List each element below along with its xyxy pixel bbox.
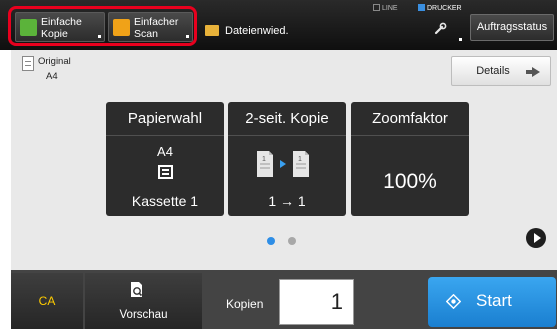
duplex-mode-label: 1 → 1 xyxy=(268,193,306,209)
next-page-button[interactable] xyxy=(526,228,546,248)
mode-selector-highlight: Einfache Kopie Einfacher Scan xyxy=(8,6,197,46)
easy-copy-label-line1: Einfache xyxy=(41,16,82,28)
zoom-ratio-title: Zoomfaktor xyxy=(351,102,469,136)
copies-input[interactable] xyxy=(279,279,354,325)
preview-button[interactable]: Vorschau xyxy=(85,273,202,329)
original-document-icon xyxy=(22,56,34,71)
easy-copy-label-line2: Kopie xyxy=(41,28,68,40)
file-retrieve-label: Dateienwied. xyxy=(225,25,289,37)
clear-all-button[interactable]: CA xyxy=(11,273,83,329)
page-indicator-dot-active xyxy=(267,237,275,245)
line-indicator: LINE xyxy=(373,4,398,12)
more-indicator-dot xyxy=(98,35,101,38)
copy-mode-icon xyxy=(20,19,37,36)
line-status-icon xyxy=(373,4,380,11)
printer-indicator: DRUCKER xyxy=(418,4,462,12)
duplex-copy-icon: 1 1 xyxy=(257,151,309,177)
top-bar: Einfache Kopie Einfacher Scan Dateienwie… xyxy=(0,0,557,50)
paper-tray-icon xyxy=(158,165,173,179)
more-indicator-dot xyxy=(186,35,189,38)
zoom-ratio-value: 100% xyxy=(383,170,437,193)
paper-tray-label: Kassette 1 xyxy=(131,193,199,209)
svg-text:1: 1 xyxy=(262,156,266,163)
scan-mode-icon xyxy=(113,19,130,36)
printer-indicator-label: DRUCKER xyxy=(427,5,462,12)
start-label: Start xyxy=(476,291,512,310)
easy-scan-label-line1: Einfacher xyxy=(134,16,179,28)
arrow-right-icon xyxy=(526,67,540,77)
paper-select-card[interactable]: Papierwahl A4 Kassette 1 xyxy=(106,102,224,216)
preview-magnifier-icon xyxy=(131,282,143,297)
page-indicator-dot[interactable] xyxy=(288,237,296,245)
job-status-button[interactable]: Auftragsstatus xyxy=(470,14,554,41)
svg-text:1: 1 xyxy=(298,156,302,163)
original-size: A4 xyxy=(46,71,58,82)
copies-label: Kopien xyxy=(226,297,264,311)
easy-copy-button[interactable]: Einfache Kopie xyxy=(15,12,105,42)
easy-scan-label-line2: Scan xyxy=(134,28,158,40)
details-label: Details xyxy=(476,65,510,77)
paper-select-title: Papierwahl xyxy=(106,102,224,136)
more-indicator-dot xyxy=(459,38,462,41)
line-indicator-label: LINE xyxy=(382,5,398,12)
duplex-copy-title: 2-seit. Kopie xyxy=(228,102,346,136)
start-button[interactable]: Start xyxy=(428,277,556,327)
paper-size: A4 xyxy=(157,144,173,159)
folder-icon xyxy=(205,25,219,36)
wrench-icon[interactable] xyxy=(433,22,447,36)
duplex-copy-card[interactable]: 2-seit. Kopie 1 1 1 → 1 xyxy=(228,102,346,216)
original-label: Original xyxy=(38,56,71,67)
easy-scan-button[interactable]: Einfacher Scan xyxy=(108,12,193,42)
preview-label: Vorschau xyxy=(119,309,168,321)
start-diamond-icon xyxy=(446,294,461,309)
details-button[interactable]: Details xyxy=(451,56,551,86)
zoom-ratio-card[interactable]: Zoomfaktor 100% xyxy=(351,102,469,216)
printer-status-icon xyxy=(418,4,425,11)
